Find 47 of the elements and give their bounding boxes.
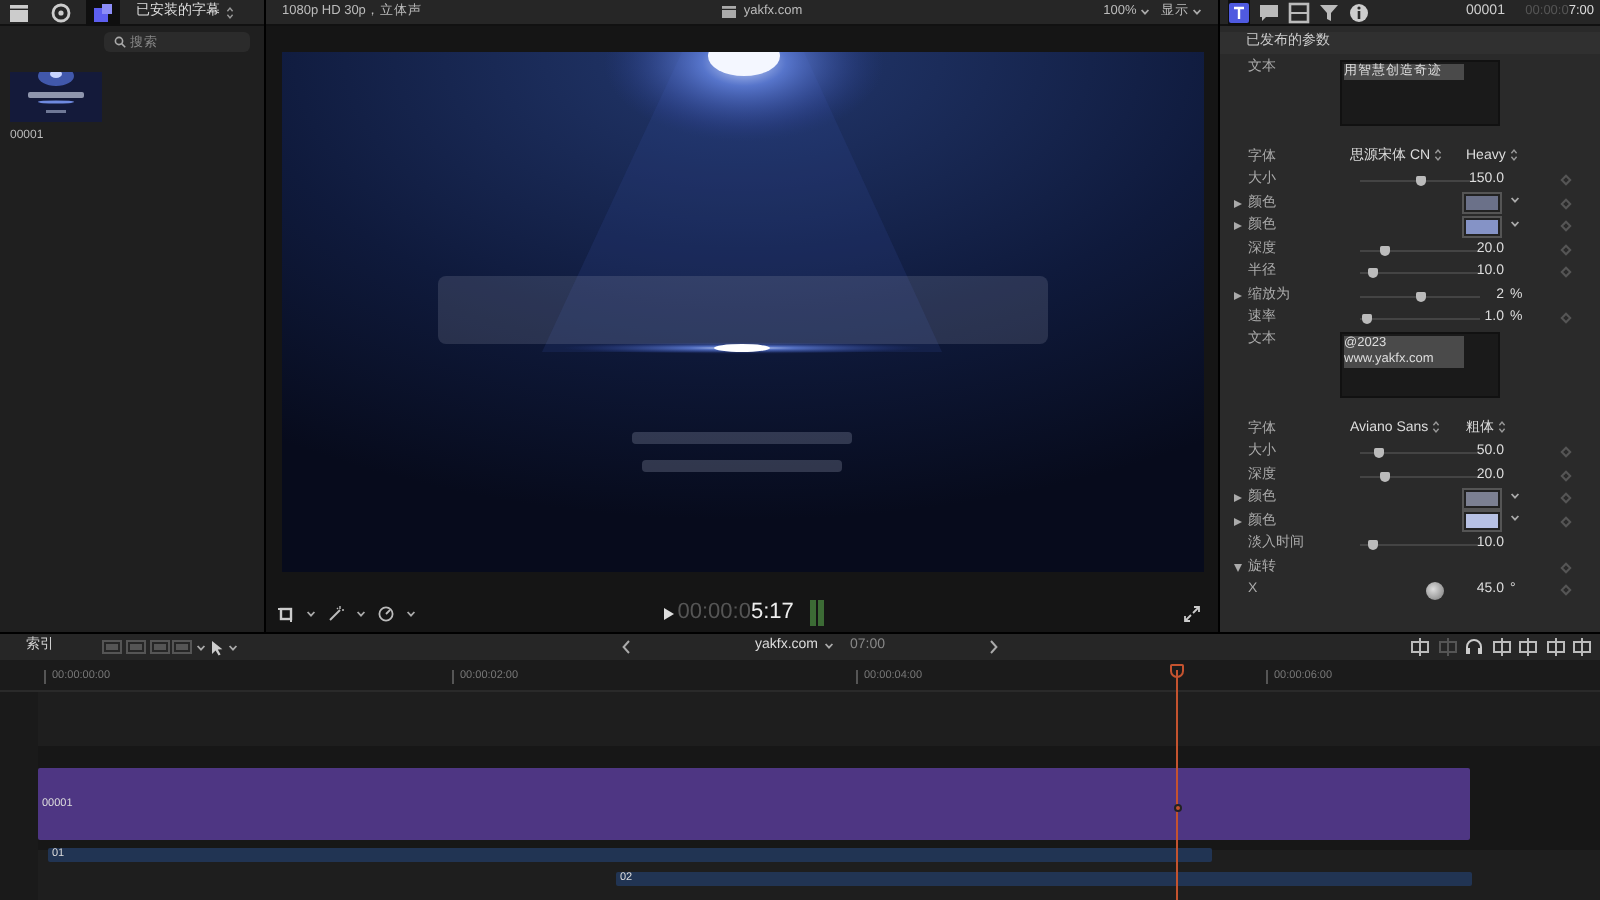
timecode: 00:00:05:17 xyxy=(677,599,794,627)
stepper-icon[interactable] xyxy=(226,5,234,19)
play-icon[interactable] xyxy=(664,607,674,619)
speed-icon[interactable] xyxy=(378,605,394,621)
titles-tab[interactable] xyxy=(86,0,120,25)
arrow-tool-icon[interactable] xyxy=(209,639,224,655)
chevron-icon[interactable] xyxy=(1192,7,1202,16)
playhead[interactable] xyxy=(1168,664,1186,900)
disclosure-icon[interactable] xyxy=(1234,291,1242,299)
disclosure-icon[interactable] xyxy=(1234,517,1242,525)
stepper-icon[interactable] xyxy=(1509,148,1518,163)
film-tab[interactable] xyxy=(1288,0,1310,25)
fullscreen-icon[interactable] xyxy=(1184,605,1200,621)
back-icon[interactable] xyxy=(621,639,629,654)
chevron-icon[interactable] xyxy=(1510,491,1520,499)
chevron-icon[interactable] xyxy=(196,643,206,651)
chevron-icon[interactable] xyxy=(227,643,237,651)
text-tab[interactable] xyxy=(1228,0,1250,25)
chevron-icon[interactable] xyxy=(1510,219,1520,227)
chevron-icon[interactable] xyxy=(1510,514,1520,522)
color-well[interactable] xyxy=(1464,512,1500,530)
chevron-icon[interactable] xyxy=(824,642,835,651)
disclosure-icon[interactable] xyxy=(1234,199,1242,207)
chevron-icon[interactable] xyxy=(306,609,316,617)
chevron-icon[interactable] xyxy=(356,609,366,617)
disclosure-icon[interactable] xyxy=(1234,494,1242,502)
info-tab[interactable] xyxy=(1348,0,1370,25)
wand-icon[interactable] xyxy=(328,605,344,621)
filter-tab[interactable] xyxy=(1318,0,1340,25)
speech-bubble-tab[interactable] xyxy=(1258,0,1280,25)
search-icon xyxy=(114,36,126,48)
stepper-icon[interactable] xyxy=(1497,420,1506,435)
audio-meter xyxy=(809,600,824,626)
crop-icon[interactable] xyxy=(278,605,294,621)
headphones-icon[interactable] xyxy=(1464,638,1484,656)
stepper-icon[interactable] xyxy=(1434,148,1442,163)
chevron-icon[interactable] xyxy=(406,609,416,617)
forward-icon[interactable] xyxy=(989,639,998,654)
disclosure-icon[interactable] xyxy=(1234,564,1242,572)
rotation-dial[interactable] xyxy=(1426,581,1444,599)
chevron-icon[interactable] xyxy=(1510,196,1520,204)
color-well[interactable] xyxy=(1464,194,1500,212)
stepper-icon[interactable] xyxy=(1432,420,1441,435)
disclosure-icon[interactable] xyxy=(1234,222,1242,230)
color-well[interactable] xyxy=(1464,489,1500,507)
color-well[interactable] xyxy=(1464,217,1500,235)
chevron-icon[interactable] xyxy=(1140,7,1150,16)
